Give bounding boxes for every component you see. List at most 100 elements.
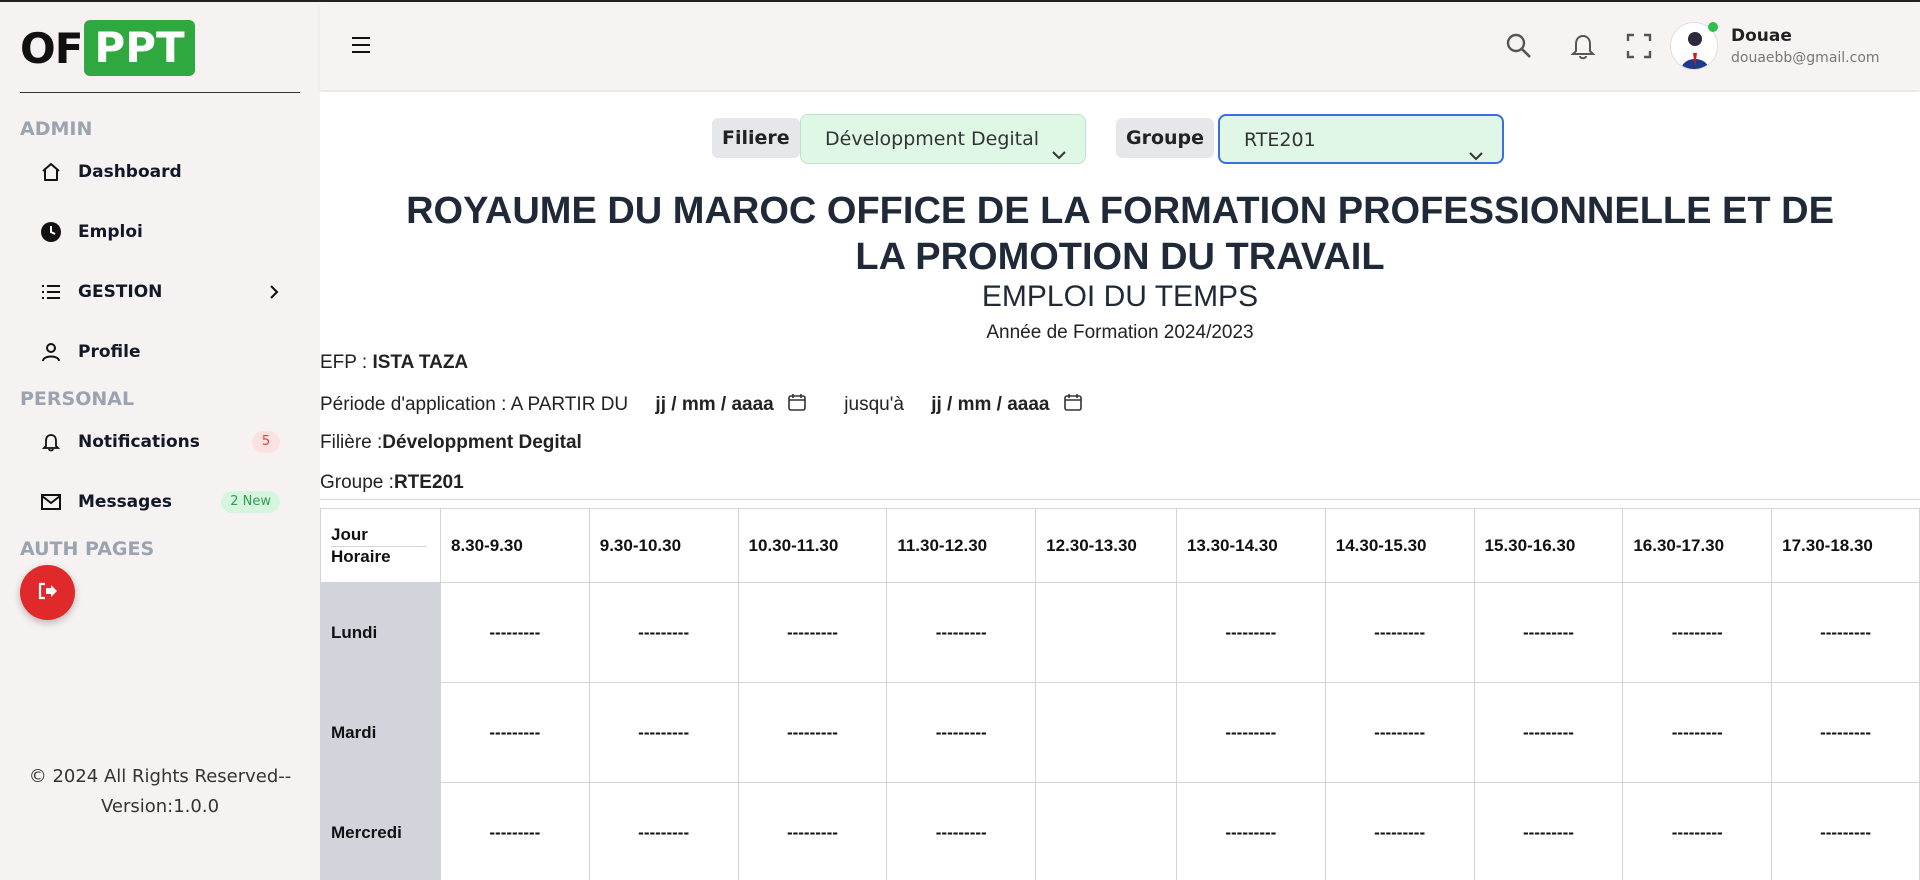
session-cell[interactable]: ---------	[1324, 782, 1475, 880]
user-icon	[40, 341, 62, 363]
corner-header: Jour Horaire	[320, 508, 441, 583]
section-title-admin: ADMIN	[20, 118, 93, 140]
session-cell[interactable]: ---------	[737, 682, 888, 783]
sidebar-item-emploi[interactable]: Emploi	[40, 212, 280, 252]
version-text: Version:1.0.0	[100, 796, 220, 817]
user-email: douaebb@gmail.com	[1731, 50, 1880, 66]
calendar-icon[interactable]	[787, 392, 807, 418]
copyright-text: © 2024 All Rights Reserved--	[28, 766, 292, 787]
session-cell[interactable]: ---------	[1473, 682, 1624, 783]
table-row: Lundi --------- --------- --------- ----…	[320, 582, 1920, 683]
messages-new-badge: 2 New	[221, 491, 280, 513]
calendar-icon[interactable]	[1063, 392, 1083, 418]
session-cell[interactable]: ---------	[1324, 582, 1475, 683]
sidebar-footer: © 2024 All Rights Reserved-- Version:1.0…	[0, 762, 320, 822]
fullscreen-icon[interactable]	[1625, 32, 1653, 64]
slot-header: 14.30-15.30	[1324, 508, 1475, 583]
chevron-right-icon	[268, 282, 280, 307]
filiere-info-label: Filière :	[320, 432, 383, 453]
sidebar-item-messages[interactable]: Messages 2 New	[40, 482, 280, 522]
start-date-input[interactable]: jj / mm / aaaa	[655, 394, 812, 415]
end-date-placeholder: jj / mm / aaaa	[931, 394, 1050, 415]
session-cell[interactable]: ---------	[439, 682, 590, 783]
end-date-input[interactable]: jj / mm / aaaa	[931, 394, 1083, 415]
break-cell	[1035, 682, 1177, 783]
sidebar-item-label: Notifications	[78, 432, 200, 452]
logout-button[interactable]	[20, 565, 75, 620]
session-cell[interactable]: ---------	[1771, 782, 1920, 880]
hamburger-menu-icon[interactable]	[350, 36, 372, 58]
session-cell[interactable]: ---------	[1473, 582, 1624, 683]
sidebar: OF PPT ADMIN Dashboard Emploi GESTION Pr…	[0, 2, 320, 880]
session-cell[interactable]: ---------	[1175, 682, 1326, 783]
session-cell[interactable]: ---------	[886, 782, 1037, 880]
top-bar: Douae douaebb@gmail.com	[320, 2, 1920, 90]
section-title-personal: PERSONAL	[20, 388, 135, 410]
slot-header: 15.30-16.30	[1473, 508, 1624, 583]
notifications-count-badge: 5	[252, 431, 280, 453]
ofppt-logo[interactable]: OF PPT	[20, 20, 195, 76]
sidebar-item-gestion[interactable]: GESTION	[40, 272, 280, 312]
logo-text-ppt: PPT	[84, 20, 195, 76]
session-cell[interactable]: ---------	[886, 682, 1037, 783]
session-cell[interactable]: ---------	[1473, 782, 1624, 880]
search-icon[interactable]	[1505, 32, 1533, 64]
logout-icon	[37, 581, 59, 605]
main-content: Filiere Développment Degital Groupe RTE2…	[320, 92, 1920, 880]
session-cell[interactable]: ---------	[1622, 582, 1773, 683]
periode-line: Période d'application : A PARTIR DU jj /…	[320, 392, 1083, 418]
filiere-select[interactable]: Développment Degital	[800, 114, 1086, 164]
break-cell	[1035, 582, 1177, 683]
logo-divider	[20, 92, 300, 93]
logo-text-of: OF	[20, 23, 83, 73]
session-cell[interactable]: ---------	[1324, 682, 1475, 783]
table-row: Mercredi --------- --------- --------- -…	[320, 782, 1920, 880]
day-cell: Mercredi	[320, 782, 441, 880]
session-cell[interactable]: ---------	[588, 782, 739, 880]
user-name: Douae	[1731, 26, 1792, 46]
periode-label: Période d'application : A PARTIR DU	[320, 394, 629, 415]
groupe-line: Groupe :RTE201	[320, 472, 464, 494]
session-cell[interactable]: ---------	[1175, 782, 1326, 880]
session-cell[interactable]: ---------	[886, 582, 1037, 683]
formation-year: Année de Formation 2024/2023	[986, 322, 1254, 343]
groupe-select[interactable]: RTE201	[1218, 114, 1504, 164]
session-cell[interactable]: ---------	[588, 582, 739, 683]
efp-label: EFP :	[320, 352, 373, 373]
session-cell[interactable]: ---------	[1771, 682, 1920, 783]
session-cell[interactable]: ---------	[1175, 582, 1326, 683]
page-title: ROYAUME DU MAROC OFFICE DE LA FORMATION …	[406, 190, 1834, 278]
day-cell: Mardi	[320, 682, 441, 783]
day-cell: Lundi	[320, 582, 441, 683]
session-cell[interactable]: ---------	[737, 582, 888, 683]
chevron-down-icon	[1051, 131, 1067, 179]
page-subtitle: EMPLOI DU TEMPS	[981, 280, 1259, 313]
groupe-filter-label: Groupe	[1116, 118, 1215, 158]
sidebar-item-label: Messages	[78, 492, 172, 512]
slot-header: 16.30-17.30	[1622, 508, 1773, 583]
efp-line: EFP : ISTA TAZA	[320, 352, 468, 374]
timetable: Jour Horaire 8.30-9.30 9.30-10.30 10.30-…	[320, 508, 1920, 880]
session-cell[interactable]: ---------	[1622, 682, 1773, 783]
session-cell[interactable]: ---------	[439, 782, 590, 880]
clock-icon	[40, 221, 62, 243]
sidebar-item-notifications[interactable]: Notifications 5	[40, 422, 280, 462]
bell-icon[interactable]	[1570, 32, 1596, 64]
efp-value: ISTA TAZA	[372, 352, 469, 373]
session-cell[interactable]: ---------	[439, 582, 590, 683]
break-cell	[1035, 782, 1177, 880]
slot-header: 10.30-11.30	[737, 508, 888, 583]
sidebar-item-profile[interactable]: Profile	[40, 332, 280, 372]
session-cell[interactable]: ---------	[588, 682, 739, 783]
online-status-dot	[1708, 22, 1718, 32]
home-icon	[40, 161, 62, 183]
sidebar-item-label: GESTION	[78, 282, 163, 302]
session-cell[interactable]: ---------	[1622, 782, 1773, 880]
slot-header: 8.30-9.30	[439, 508, 590, 583]
start-date-placeholder: jj / mm / aaaa	[655, 394, 774, 415]
session-cell[interactable]: ---------	[737, 782, 888, 880]
sidebar-item-label: Emploi	[78, 222, 143, 242]
filiere-line: Filière :Développment Degital	[320, 432, 582, 454]
session-cell[interactable]: ---------	[1771, 582, 1920, 683]
sidebar-item-dashboard[interactable]: Dashboard	[40, 152, 280, 192]
